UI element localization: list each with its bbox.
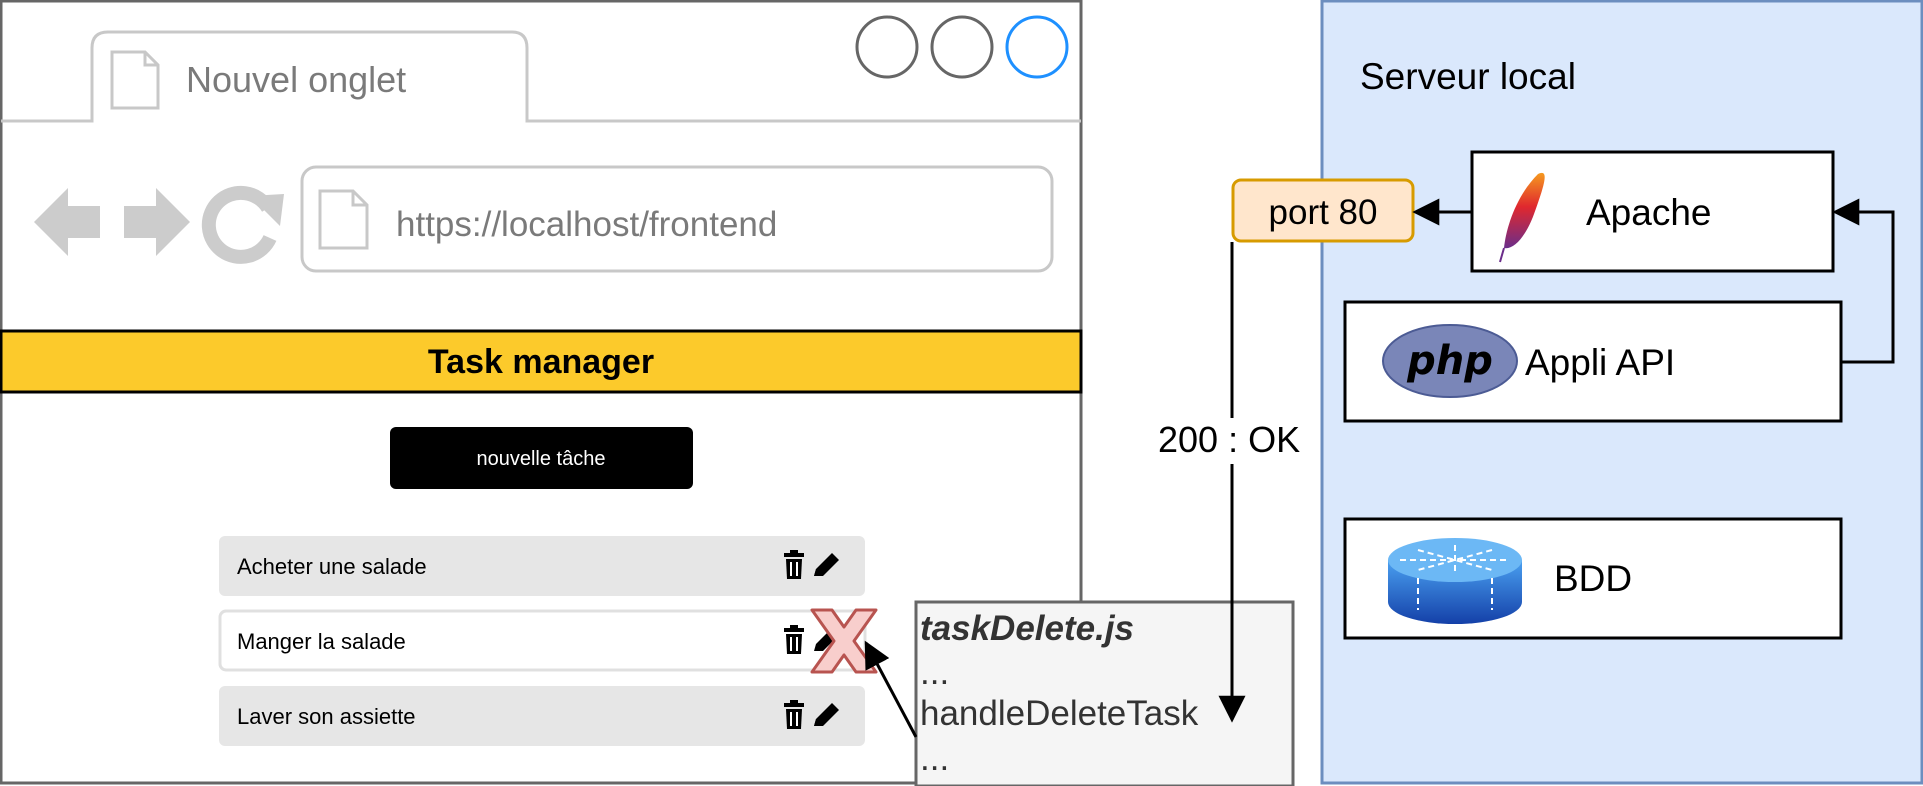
apache-label: Apache — [1586, 192, 1712, 233]
task-label: Acheter une salade — [237, 554, 427, 579]
architecture-diagram: Nouvel onglet https://localhost/frontend… — [0, 0, 1923, 786]
trash-icon[interactable] — [784, 700, 804, 729]
url-text[interactable]: https://localhost/frontend — [396, 205, 777, 244]
local-server: Serveur local Apache php Appli API BDD — [1320, 0, 1923, 785]
trash-icon[interactable] — [784, 625, 804, 654]
response-label: 200 : OK — [1158, 419, 1300, 460]
server-title: Serveur local — [1360, 56, 1576, 97]
document-icon — [110, 50, 160, 110]
task-row[interactable]: Laver son assiette — [219, 686, 865, 746]
database-icon — [1388, 538, 1522, 624]
task-row[interactable]: Acheter une salade — [219, 536, 865, 596]
task-label: Laver son assiette — [237, 704, 416, 729]
svg-text:php: php — [1406, 338, 1493, 384]
code-line: ... — [920, 653, 949, 692]
code-box: taskDelete.js ... handleDeleteTask ... — [914, 600, 1295, 786]
code-filename: taskDelete.js — [920, 609, 1134, 648]
window-button-3[interactable] — [1005, 15, 1069, 79]
new-task-button-label: nouvelle tâche — [477, 448, 606, 470]
app-title: Task manager — [428, 343, 654, 381]
tab-title: Nouvel onglet — [186, 59, 406, 100]
window-button-1[interactable] — [855, 15, 919, 79]
db-label: BDD — [1554, 558, 1632, 599]
page-document-icon — [318, 189, 369, 250]
code-line: handleDeleteTask — [920, 694, 1199, 733]
port-badge: port 80 — [1231, 178, 1415, 243]
window-button-2[interactable] — [930, 15, 994, 79]
task-label: Manger la salade — [237, 629, 406, 654]
php-logo-icon: php — [1382, 324, 1518, 398]
trash-icon[interactable] — [784, 550, 804, 579]
api-label: Appli API — [1525, 342, 1675, 383]
code-line: ... — [920, 739, 949, 778]
port-label: port 80 — [1269, 193, 1378, 232]
task-row[interactable]: Manger la salade — [218, 609, 867, 672]
